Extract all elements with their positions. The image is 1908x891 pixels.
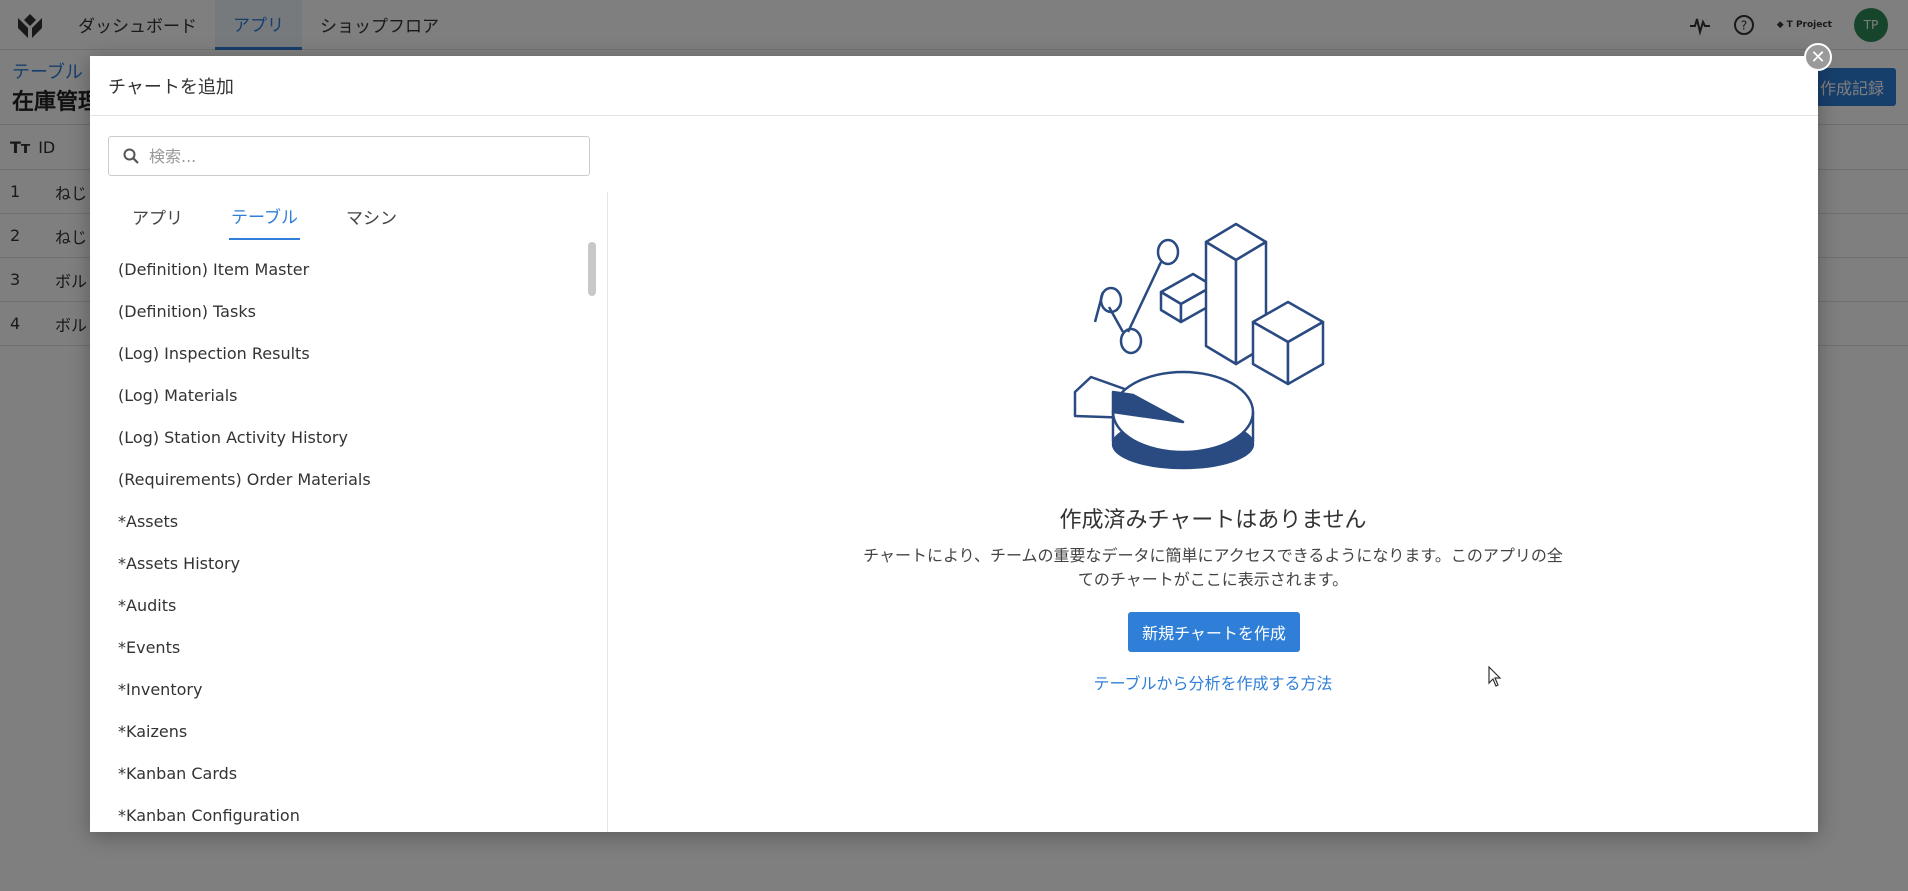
list-item[interactable]: *Assets: [90, 500, 590, 542]
table-list: (Definition) Item Master (Definition) Ta…: [90, 248, 590, 832]
list-item[interactable]: *Audits: [90, 584, 590, 626]
list-item[interactable]: *Kanban Configuration: [90, 794, 590, 832]
list-item[interactable]: (Definition) Tasks: [90, 290, 590, 332]
modal-title: チャートを追加: [90, 56, 1818, 116]
empty-charts-illustration: [1073, 222, 1325, 470]
mouse-cursor-icon: [1488, 666, 1502, 687]
list-item[interactable]: *Inventory: [90, 668, 590, 710]
close-icon: ✕: [1810, 46, 1826, 68]
search-input[interactable]: [149, 146, 589, 166]
empty-state-title: 作成済みチャートはありません: [1059, 508, 1367, 533]
list-item[interactable]: (Log) Materials: [90, 374, 590, 416]
add-chart-modal: チャートを追加 アプリ テーブル マシン (Definition) Item M…: [90, 56, 1818, 832]
list-item[interactable]: *Kanban Cards: [90, 752, 590, 794]
charts-pane: 作成済みチャートはありません チャートにより、チームの重要なデータに簡単にアクセ…: [608, 192, 1818, 832]
list-item[interactable]: (Log) Inspection Results: [90, 332, 590, 374]
list-item[interactable]: (Definition) Item Master: [90, 248, 590, 290]
close-modal-button[interactable]: ✕: [1804, 43, 1832, 71]
list-scrollbar[interactable]: [588, 242, 596, 296]
tab-apps[interactable]: アプリ: [130, 192, 185, 240]
list-item[interactable]: *Assets History: [90, 542, 590, 584]
source-pane: アプリ テーブル マシン (Definition) Item Master (D…: [90, 192, 608, 832]
tab-machines[interactable]: マシン: [344, 192, 399, 240]
list-item[interactable]: *Kaizens: [90, 710, 590, 752]
search-box[interactable]: [108, 136, 590, 176]
empty-state-description: チャートにより、チームの重要なデータに簡単にアクセスできるようになります。このア…: [863, 546, 1563, 589]
list-item[interactable]: (Requirements) Order Materials: [90, 458, 590, 500]
source-tabs: アプリ テーブル マシン: [130, 192, 443, 240]
list-item[interactable]: *Events: [90, 626, 590, 668]
search-icon: [123, 148, 139, 164]
list-item[interactable]: (Log) Station Activity History: [90, 416, 590, 458]
help-link[interactable]: テーブルから分析を作成する方法: [608, 670, 1818, 694]
create-chart-button[interactable]: 新規チャートを作成: [1128, 612, 1300, 652]
tab-tables[interactable]: テーブル: [229, 192, 300, 240]
